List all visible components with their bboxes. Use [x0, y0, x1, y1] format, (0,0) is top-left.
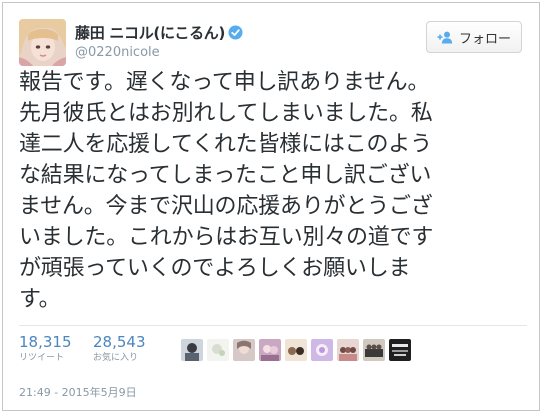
tweet-timestamp[interactable]: 21:49 - 2015年5月9日 [19, 384, 137, 400]
tweet-line: ません。今まで沢山の応援ありがとうござ [19, 194, 433, 219]
tweet-line: な結果になってしまったこと申し訳ござい [19, 163, 432, 188]
favoriter-avatar[interactable] [311, 339, 333, 361]
favoriter-avatar[interactable] [337, 339, 359, 361]
favoriter-avatar[interactable] [233, 339, 255, 361]
favoriter-avatar[interactable] [389, 339, 411, 361]
favorite-stat[interactable]: 28,543 お気に入り [93, 334, 146, 365]
verified-badge-icon [228, 25, 243, 40]
favoriter-avatar[interactable] [207, 339, 229, 361]
tweet-line: 報告です。遅くなって申し訳ありません。 [19, 70, 430, 95]
tweet-line: 先月彼氏とはお別れしてしまいました。私 [19, 101, 433, 126]
follow-button-label: フォロー [458, 31, 511, 47]
avatar[interactable] [19, 19, 66, 66]
favorite-label: お気に入り [93, 353, 139, 363]
favoriter-avatar[interactable] [363, 339, 385, 361]
display-name-text[interactable]: 藤田 ニコル(にこるん) [75, 24, 225, 42]
tweet-line: す。 [19, 287, 61, 312]
tweet-line: 達二人を応援してくれた皆様にはこのよう [19, 132, 432, 157]
retweet-label: リツイート [19, 353, 65, 363]
tweet-card: 藤田 ニコル(にこるん) @0220nicole フォロー 報告です。遅くなって… [2, 2, 540, 411]
retweet-stat[interactable]: 18,315 リツイート [19, 334, 72, 365]
favoriter-avatar[interactable] [285, 339, 307, 361]
user-handle[interactable]: @0220nicole [75, 45, 160, 60]
retweet-count[interactable]: 18,315 [19, 334, 72, 351]
tweet-line: いました。これからはお互い別々の道です [19, 225, 434, 250]
favoriters-avatars [181, 339, 415, 363]
favoriter-avatar[interactable] [181, 339, 203, 361]
follow-button[interactable]: フォロー [426, 21, 522, 53]
favoriter-avatar[interactable] [259, 339, 281, 361]
display-name[interactable]: 藤田 ニコル(にこるん) [75, 22, 243, 43]
add-user-icon [437, 31, 453, 44]
divider [19, 325, 527, 326]
tweet-text: 報告です。遅くなって申し訳ありません。 先月彼氏とはお別れしてしまいました。私 達二… [19, 67, 531, 315]
favorite-count[interactable]: 28,543 [93, 334, 146, 351]
tweet-line: が頑張っていくのでよろしくお願いしま [19, 256, 411, 281]
